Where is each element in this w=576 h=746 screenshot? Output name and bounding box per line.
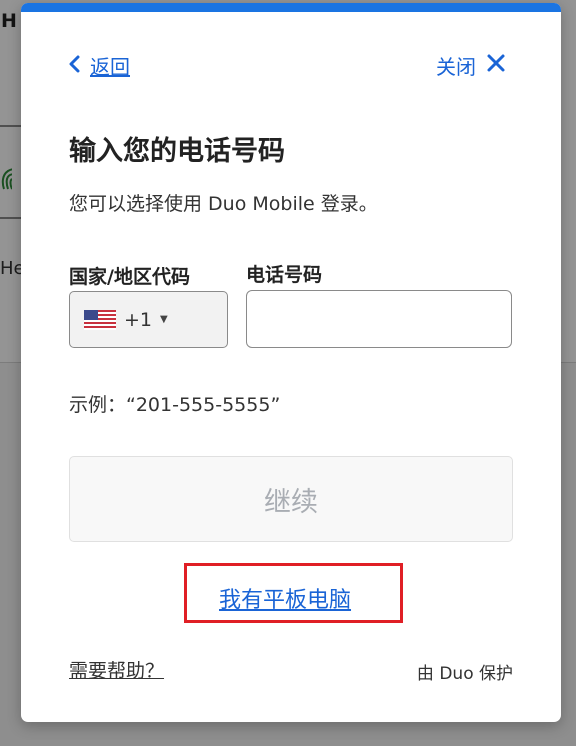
close-button[interactable]: 关闭 <box>436 51 506 80</box>
phone-entry-dialog: 返回 关闭 输入您的电话号码 您可以选择使用 Duo Mobile 登录。 国家… <box>21 3 561 722</box>
country-code-label: 国家/地区代码 <box>69 266 190 288</box>
protected-by-duo: 由 Duo 保护 <box>416 664 513 684</box>
example-hint: 示例：“201-555-5555” <box>69 394 281 416</box>
country-code-value: +1 <box>124 308 153 331</box>
caret-down-icon: ▼ <box>160 314 168 325</box>
phone-number-input[interactable] <box>246 290 512 348</box>
country-code-select[interactable]: +1 ▼ <box>69 291 228 348</box>
close-icon <box>486 53 506 78</box>
help-link[interactable]: 需要帮助？ <box>69 656 164 683</box>
continue-button[interactable]: 继续 <box>69 456 513 542</box>
phone-number-label: 电话号码 <box>246 264 323 286</box>
back-label: 返回 <box>90 55 130 79</box>
close-label: 关闭 <box>436 55 476 79</box>
tablet-link[interactable]: 我有平板电脑 <box>219 582 351 614</box>
back-button[interactable]: 返回 <box>68 51 130 80</box>
dialog-accent-bar <box>21 3 561 12</box>
chevron-left-icon <box>68 54 80 78</box>
us-flag-icon <box>84 309 116 330</box>
page-subtitle: 您可以选择使用 Duo Mobile 登录。 <box>69 193 378 215</box>
page-title: 输入您的电话号码 <box>69 136 285 167</box>
